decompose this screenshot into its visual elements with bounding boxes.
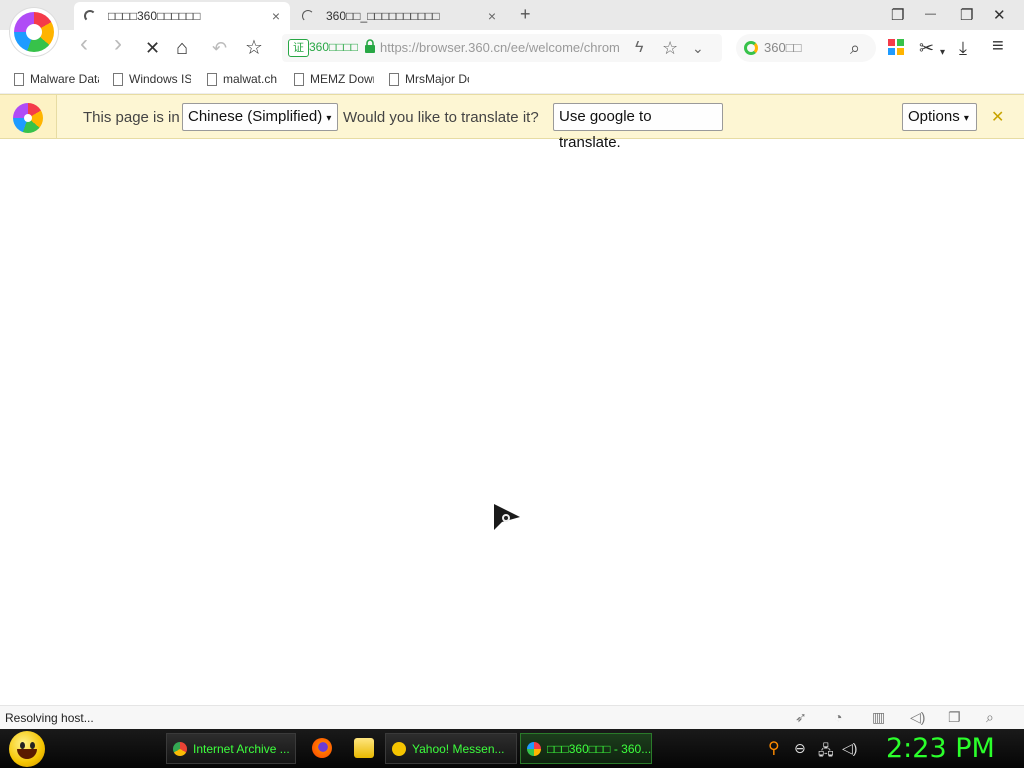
loading-spinner-icon	[84, 10, 96, 22]
favorite-button[interactable]: ☆	[245, 38, 263, 58]
status-bar: Resolving host... ➶ ◔ ▥ ◁) ❐ ⌕	[0, 705, 1024, 729]
stop-button[interactable]: ✕	[145, 38, 160, 58]
new-tab-button[interactable]: +	[520, 4, 531, 25]
window-icon[interactable]: ❐	[948, 709, 961, 726]
menu-icon[interactable]: ≡	[992, 36, 1004, 56]
taskbar-clock[interactable]: 2:23 PM	[886, 733, 995, 764]
smiley-icon	[392, 741, 406, 756]
network-icon[interactable]: 🖧	[818, 740, 834, 764]
page-icon	[207, 72, 217, 86]
page-icon	[14, 72, 24, 86]
search-icon[interactable]: ⚲	[768, 738, 780, 758]
tab-close-icon[interactable]: ×	[488, 8, 496, 24]
undo-close-button[interactable]: ↶	[212, 38, 227, 58]
start-button[interactable]	[9, 731, 45, 767]
toolbar: ‹ › ✕ ⌂ ↶ ☆ 证 360□□□□ https://browser.36…	[0, 30, 1024, 66]
page-icon	[389, 72, 399, 86]
loading-spinner-icon	[302, 10, 314, 22]
bookmark-item[interactable]: Malware Data	[14, 72, 99, 86]
options-button[interactable]: Options ▾	[902, 103, 977, 131]
tab-title: □□□□360□□□□□□	[108, 9, 201, 23]
speed-icon[interactable]: ◔	[834, 709, 842, 725]
maximize-button[interactable]: ❐	[960, 6, 973, 24]
translate-bar: This page is in Chinese (Simplified) ▾ W…	[0, 94, 1024, 151]
certificate-badge[interactable]: 证	[288, 39, 309, 57]
taskbar-item-internet-archive[interactable]: Internet Archive ...	[166, 733, 296, 764]
apps-grid-icon[interactable]	[888, 39, 904, 55]
speaker-icon[interactable]: ◁)	[910, 709, 925, 726]
language-select[interactable]: Chinese (Simplified) ▾	[182, 103, 338, 131]
download-icon[interactable]: ⤓	[959, 38, 967, 58]
home-button[interactable]: ⌂	[176, 38, 188, 58]
chevron-down-icon[interactable]: ▾	[940, 43, 945, 63]
tab-360-welcome[interactable]: □□□□360□□□□□□ ×	[74, 2, 290, 30]
skin-icon[interactable]: ❐	[891, 6, 904, 24]
volume-icon[interactable]: ◁)	[842, 740, 857, 757]
close-window-button[interactable]: ✕	[993, 6, 1006, 24]
trash-icon[interactable]: ▥	[872, 709, 885, 726]
taskbar-item-360-browser[interactable]: □□□360□□□ - 360...	[520, 733, 652, 764]
bookmark-item[interactable]: MEMZ Download	[294, 72, 374, 86]
search-input[interactable]: 360□□	[764, 40, 801, 55]
mouse-cursor-icon	[494, 504, 520, 530]
minimize-button[interactable]: —	[925, 8, 936, 20]
folder-icon[interactable]	[354, 738, 374, 758]
taskbar-item-yahoo-messenger[interactable]: Yahoo! Messen...	[385, 733, 517, 764]
lock-icon	[365, 39, 375, 53]
bookmarks-bar: Malware Data Windows ISO malwat.ch MEMZ …	[0, 66, 1024, 94]
browser-logo-icon	[0, 95, 57, 138]
close-icon[interactable]: ✕	[991, 107, 1004, 127]
taskbar: Internet Archive ... Yahoo! Messen... □□…	[0, 729, 1024, 768]
tab-title: 360□□_□□□□□□□□□□	[326, 9, 440, 23]
status-text: Resolving host...	[5, 711, 94, 725]
back-button[interactable]: ‹	[80, 32, 88, 56]
star-icon[interactable]: ☆	[662, 38, 678, 58]
search-icon[interactable]: ⌕	[850, 38, 860, 58]
speed-mode-icon[interactable]: ϟ	[635, 38, 643, 58]
status-icon[interactable]: ⊖	[794, 740, 806, 757]
translate-prefix: This page is in	[83, 109, 180, 126]
page-icon	[294, 72, 304, 86]
zoom-icon[interactable]: ⌕	[986, 709, 994, 726]
chevron-down-icon[interactable]: ⌄	[692, 38, 704, 58]
tab-360-search[interactable]: 360□□_□□□□□□□□□□ ×	[292, 2, 506, 30]
chrome-icon	[173, 741, 187, 756]
translate-button[interactable]: Use google to translate.	[553, 103, 723, 151]
rocket-icon[interactable]: ➶	[795, 709, 807, 726]
screenshot-scissors-icon[interactable]: ✂	[919, 38, 934, 58]
browser-logo-icon	[527, 741, 541, 756]
search-engine-icon	[744, 41, 758, 55]
translate-question: Would you like to translate it?	[343, 109, 539, 126]
forward-button[interactable]: ›	[114, 32, 122, 56]
bookmark-item[interactable]: MrsMajor Download	[389, 72, 469, 86]
bookmark-item[interactable]: Windows ISO	[113, 72, 191, 86]
tab-strip: □□□□360□□□□□□ × 360□□_□□□□□□□□□□ × + ❐ —…	[0, 0, 1024, 30]
tab-close-icon[interactable]: ×	[272, 8, 280, 24]
bookmark-item[interactable]: malwat.ch	[207, 72, 287, 86]
browser-logo[interactable]	[10, 8, 58, 56]
firefox-icon[interactable]	[312, 738, 332, 758]
page-icon	[113, 72, 123, 86]
certificate-text[interactable]: 360□□□□	[309, 40, 358, 54]
url-text[interactable]: https://browser.360.cn/ee/welcome/chrome	[380, 40, 620, 55]
